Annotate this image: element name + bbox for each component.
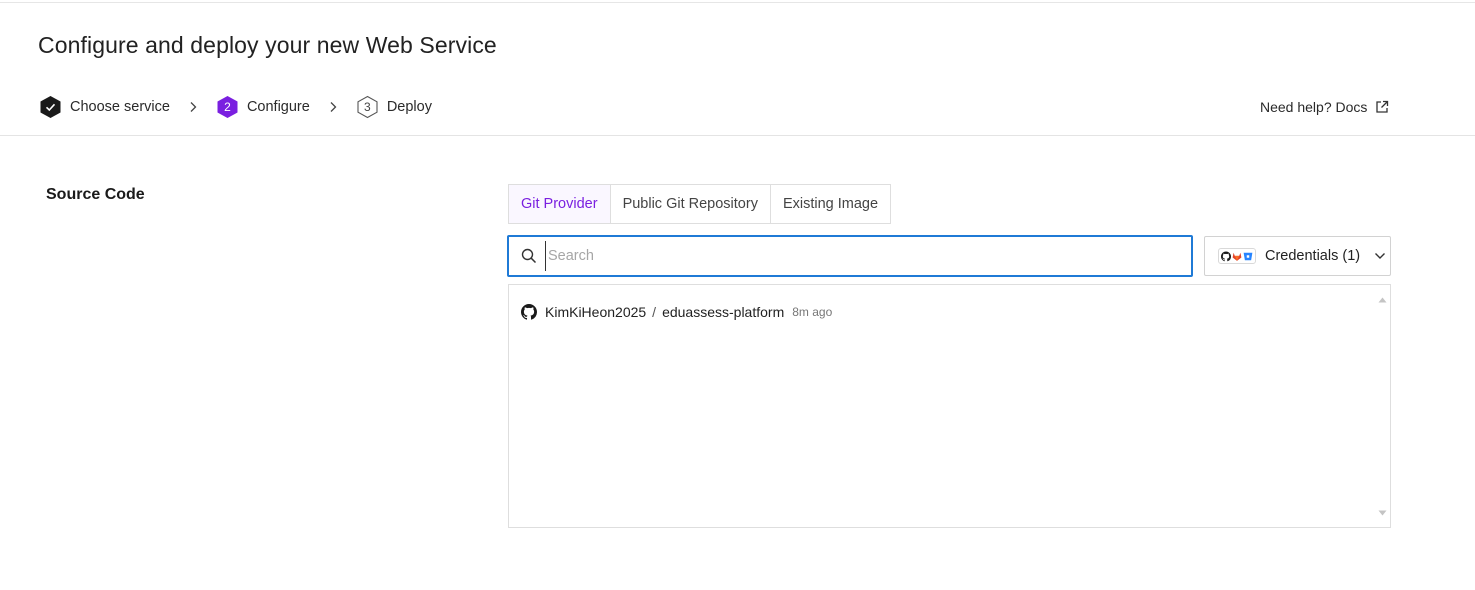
number-hexagon-icon: 3: [356, 95, 379, 119]
chevron-down-icon: [1374, 252, 1386, 260]
step-configure[interactable]: 2 Configure: [216, 95, 310, 119]
github-icon: [1221, 251, 1231, 261]
docs-link[interactable]: Need help? Docs: [1260, 99, 1389, 115]
source-tabs: Git Provider Public Git Repository Exist…: [508, 184, 892, 224]
scroll-down-arrow-icon[interactable]: [1378, 503, 1387, 521]
list-item[interactable]: KimKiHeon2025 / eduassess-platform 8m ag…: [521, 302, 832, 322]
step-number: 2: [224, 100, 231, 114]
repository-list[interactable]: KimKiHeon2025 / eduassess-platform 8m ag…: [508, 284, 1391, 528]
docs-link-label: Need help? Docs: [1260, 99, 1368, 115]
section-label: Source Code: [46, 186, 145, 203]
top-divider: [0, 2, 1475, 3]
provider-icons: [1218, 248, 1256, 264]
repo-name: eduassess-platform: [662, 304, 785, 320]
step-label: Configure: [246, 99, 310, 115]
bitbucket-icon: [1243, 252, 1253, 260]
header-divider: [0, 135, 1475, 136]
stepper: Choose service 2 Configure 3 Deploy: [39, 95, 432, 119]
step-number: 3: [363, 100, 371, 114]
repo-separator: /: [652, 304, 657, 320]
repo-updated-time: 8m ago: [792, 305, 833, 319]
tab-git-provider[interactable]: Git Provider: [509, 185, 611, 223]
gitlab-icon: [1232, 252, 1242, 261]
number-hexagon-icon: 2: [216, 95, 239, 119]
credentials-dropdown[interactable]: Credentials (1): [1204, 236, 1391, 276]
check-hexagon-icon: [39, 95, 62, 119]
step-label: Deploy: [386, 99, 432, 115]
page-title: Configure and deploy your new Web Servic…: [38, 32, 497, 58]
search-box: [507, 235, 1193, 277]
tab-existing-image[interactable]: Existing Image: [770, 185, 891, 223]
search-input[interactable]: [545, 241, 1165, 271]
chevron-right-icon: [329, 95, 339, 119]
step-label: Choose service: [70, 99, 170, 115]
chevron-right-icon: [189, 95, 199, 119]
tab-public-git-repository[interactable]: Public Git Repository: [610, 185, 771, 223]
repo-owner: KimKiHeon2025: [545, 304, 647, 320]
scroll-up-arrow-icon[interactable]: [1378, 290, 1387, 308]
search-icon: [521, 248, 537, 264]
step-deploy[interactable]: 3 Deploy: [356, 95, 432, 119]
credentials-label: Credentials (1): [1265, 248, 1361, 264]
step-choose-service[interactable]: Choose service: [39, 95, 170, 119]
external-link-icon: [1375, 100, 1389, 114]
github-icon: [521, 303, 538, 321]
